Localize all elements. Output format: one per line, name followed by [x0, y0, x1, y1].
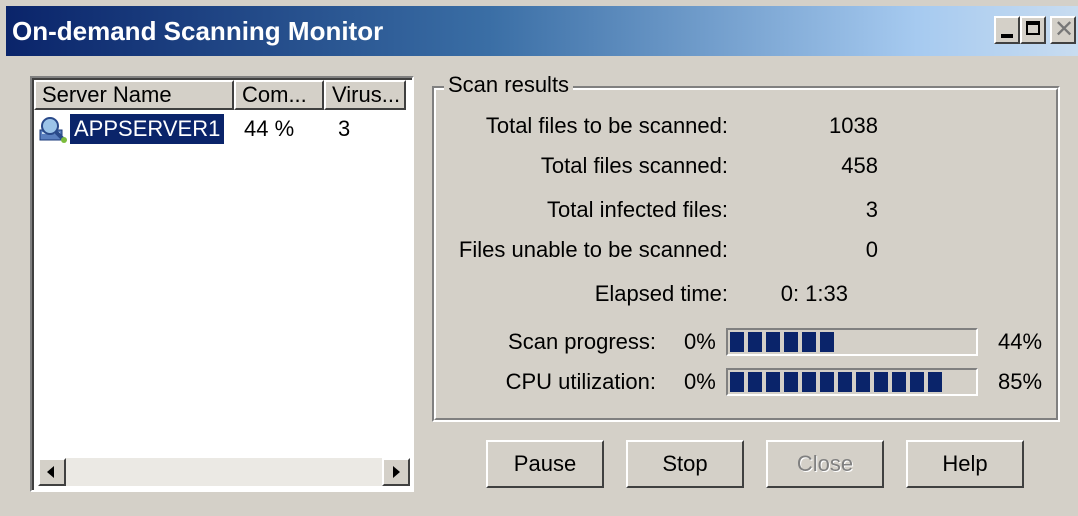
scan-progress-bar: [726, 328, 978, 356]
files-scanned-label: Total files scanned:: [540, 153, 728, 178]
horizontal-scrollbar[interactable]: [38, 458, 410, 486]
list-item[interactable]: APPSERVER1 44 % 3: [34, 113, 406, 146]
close-icon: ✕: [1054, 16, 1075, 43]
scan-progress-min: 0%: [684, 329, 716, 354]
elapsed-time-label: Elapsed time:: [594, 281, 728, 306]
files-scanned-value: 458: [841, 153, 878, 178]
help-button[interactable]: Help: [906, 440, 1024, 488]
cpu-utilization-label: CPU utilization:: [505, 369, 656, 394]
column-server-name[interactable]: Server Name: [34, 80, 234, 110]
infected-files-value: 3: [865, 197, 878, 222]
window-title: On-demand Scanning Monitor: [12, 16, 384, 46]
stop-button[interactable]: Stop: [626, 440, 744, 488]
scan-progress-percent: 44%: [998, 329, 1043, 354]
unscannable-files-label: Files unable to be scanned:: [458, 237, 728, 262]
scan-monitor-window: On-demand Scanning Monitor ✕ Server Name…: [0, 0, 1078, 516]
scroll-right-button[interactable]: [382, 458, 410, 486]
completed-value: 44 %: [244, 116, 295, 141]
column-completed[interactable]: Com...: [234, 80, 324, 110]
elapsed-time-value: 0: 1:33: [780, 281, 848, 306]
close-window-button[interactable]: ✕: [1050, 16, 1076, 44]
server-name: APPSERVER1: [68, 113, 226, 145]
column-viruses[interactable]: Virus...: [324, 80, 406, 110]
unscannable-files-value: 0: [865, 237, 878, 262]
title-bar[interactable]: On-demand Scanning Monitor ✕: [6, 6, 1078, 56]
pause-button[interactable]: Pause: [486, 440, 604, 488]
cpu-utilization-percent: 85%: [998, 369, 1043, 394]
scan-results-title: Scan results: [444, 72, 574, 98]
close-button[interactable]: Close: [766, 440, 884, 488]
total-files-label: Total files to be scanned:: [485, 113, 728, 138]
scan-progress-fill: [730, 332, 838, 352]
server-list[interactable]: Server Name Com... Virus... APPSERVER1 4…: [30, 76, 414, 492]
cpu-utilization-fill: [730, 372, 946, 392]
viruses-value: 3: [338, 116, 351, 141]
cpu-utilization-bar: [726, 368, 978, 396]
minimize-button[interactable]: [994, 16, 1020, 44]
server-search-icon: [39, 117, 67, 143]
scan-progress-label: Scan progress:: [508, 329, 656, 354]
maximize-button[interactable]: [1020, 16, 1046, 44]
total-files-value: 1038: [829, 113, 878, 138]
infected-files-label: Total infected files:: [547, 197, 728, 222]
scroll-left-button[interactable]: [38, 458, 66, 486]
cpu-utilization-min: 0%: [684, 369, 716, 394]
